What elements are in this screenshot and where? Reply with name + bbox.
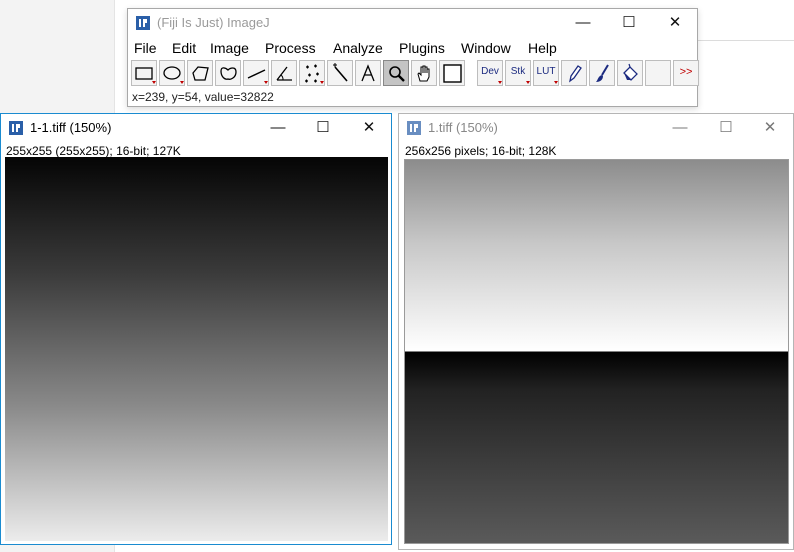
lut-menu-tool[interactable]: LUT xyxy=(533,60,559,86)
menu-analyze[interactable]: Analyze xyxy=(333,40,383,56)
multipoint-tool-icon xyxy=(305,64,324,84)
image-info: 256x256 pixels; 16-bit; 128K xyxy=(405,144,557,158)
hand-tool-button[interactable] xyxy=(411,60,437,86)
dropdown-arrow-icon xyxy=(554,81,558,84)
close-button[interactable]: ✕ xyxy=(346,114,392,142)
fiji-app-icon xyxy=(9,121,23,135)
magnifier-tool-icon xyxy=(389,66,405,82)
fiji-app-icon xyxy=(407,121,421,135)
menu-edit[interactable]: Edit xyxy=(172,40,196,56)
stack-menu-tool[interactable]: Stk xyxy=(505,60,531,86)
rectangle-tool-button[interactable] xyxy=(131,60,157,86)
pencil-tool-button[interactable] xyxy=(561,60,587,86)
menu-plugins[interactable]: Plugins xyxy=(399,40,445,56)
polygon-tool-button[interactable] xyxy=(187,60,213,86)
empty-tool-slot[interactable] xyxy=(645,60,671,86)
freehand-tool-button[interactable] xyxy=(215,60,241,86)
imagej-main-window: (Fiji Is Just) ImageJ — ☐ ✕ File Edit Im… xyxy=(127,8,699,107)
window-title: 1.tiff (150%) xyxy=(428,120,498,135)
oval-tool-icon xyxy=(163,66,184,84)
menu-window[interactable]: Window xyxy=(461,40,511,56)
polygon-tool-icon xyxy=(192,66,209,81)
line-tool-icon xyxy=(247,69,268,84)
image-canvas[interactable] xyxy=(5,157,388,541)
fiji-app-icon xyxy=(136,16,150,30)
image-info: 255x255 (255x255); 16-bit; 127K xyxy=(6,144,181,158)
menu-process[interactable]: Process xyxy=(265,40,316,56)
flood-fill-tool-icon xyxy=(623,63,638,81)
more-tools-label: >> xyxy=(679,66,693,78)
brush-tool-button[interactable] xyxy=(589,60,615,86)
dropdown-arrow-icon xyxy=(526,81,530,84)
angle-tool-icon xyxy=(276,66,292,81)
image-canvas[interactable] xyxy=(404,159,789,544)
toolbar: Dev Stk LUT >> xyxy=(131,60,699,88)
image-window-1-1-tiff: 1-1.tiff (150%) — ☐ ✕ 255x255 (255x255);… xyxy=(0,113,392,545)
line-tool-button[interactable] xyxy=(243,60,269,86)
desktop-divider xyxy=(697,40,794,41)
minimize-button[interactable]: — xyxy=(560,9,606,37)
text-tool-icon xyxy=(361,64,375,82)
window-title: 1-1.tiff (150%) xyxy=(30,120,112,135)
color-picker-tool-button[interactable] xyxy=(439,60,465,86)
close-button[interactable]: ✕ xyxy=(652,9,698,37)
close-button[interactable]: ✕ xyxy=(747,114,793,142)
status-bar: x=239, y=54, value=32822 xyxy=(132,90,274,104)
menu-image[interactable]: Image xyxy=(210,40,249,56)
more-tools-button[interactable]: >> xyxy=(673,60,699,86)
menu-file[interactable]: File xyxy=(134,40,157,56)
image-window-1-tiff: 1.tiff (150%) — ☐ ✕ 256x256 pixels; 16-b… xyxy=(398,113,794,550)
hand-tool-icon xyxy=(417,65,430,82)
maximize-button[interactable]: ☐ xyxy=(703,114,749,142)
oval-tool-button[interactable] xyxy=(159,60,185,86)
menu-help[interactable]: Help xyxy=(528,40,557,56)
minimize-button[interactable]: — xyxy=(255,114,301,142)
wand-tool-icon xyxy=(333,63,348,82)
text-tool-button[interactable] xyxy=(355,60,381,86)
magnifier-tool-button[interactable] xyxy=(383,60,409,86)
color-picker-tool-icon xyxy=(443,64,462,83)
multipoint-tool-button[interactable] xyxy=(299,60,325,86)
dev-menu-tool[interactable]: Dev xyxy=(477,60,503,86)
brush-tool-icon xyxy=(596,64,609,82)
title-bar[interactable]: 1.tiff (150%) — ☐ ✕ xyxy=(399,114,793,142)
wand-tool-button[interactable] xyxy=(327,60,353,86)
angle-tool-button[interactable] xyxy=(271,60,297,86)
dropdown-arrow-icon xyxy=(498,81,502,84)
window-title: (Fiji Is Just) ImageJ xyxy=(157,15,270,30)
rectangle-tool-icon xyxy=(135,67,156,84)
pencil-tool-icon xyxy=(569,65,582,83)
title-bar[interactable]: 1-1.tiff (150%) — ☐ ✕ xyxy=(1,114,391,142)
title-bar[interactable]: (Fiji Is Just) ImageJ — ☐ ✕ xyxy=(128,9,697,37)
freehand-tool-icon xyxy=(220,67,237,80)
flood-fill-tool-button[interactable] xyxy=(617,60,643,86)
maximize-button[interactable]: ☐ xyxy=(300,114,346,142)
menu-bar: File Edit Image Process Analyze Plugins … xyxy=(128,38,697,60)
minimize-button[interactable]: — xyxy=(657,114,703,142)
maximize-button[interactable]: ☐ xyxy=(606,9,652,37)
